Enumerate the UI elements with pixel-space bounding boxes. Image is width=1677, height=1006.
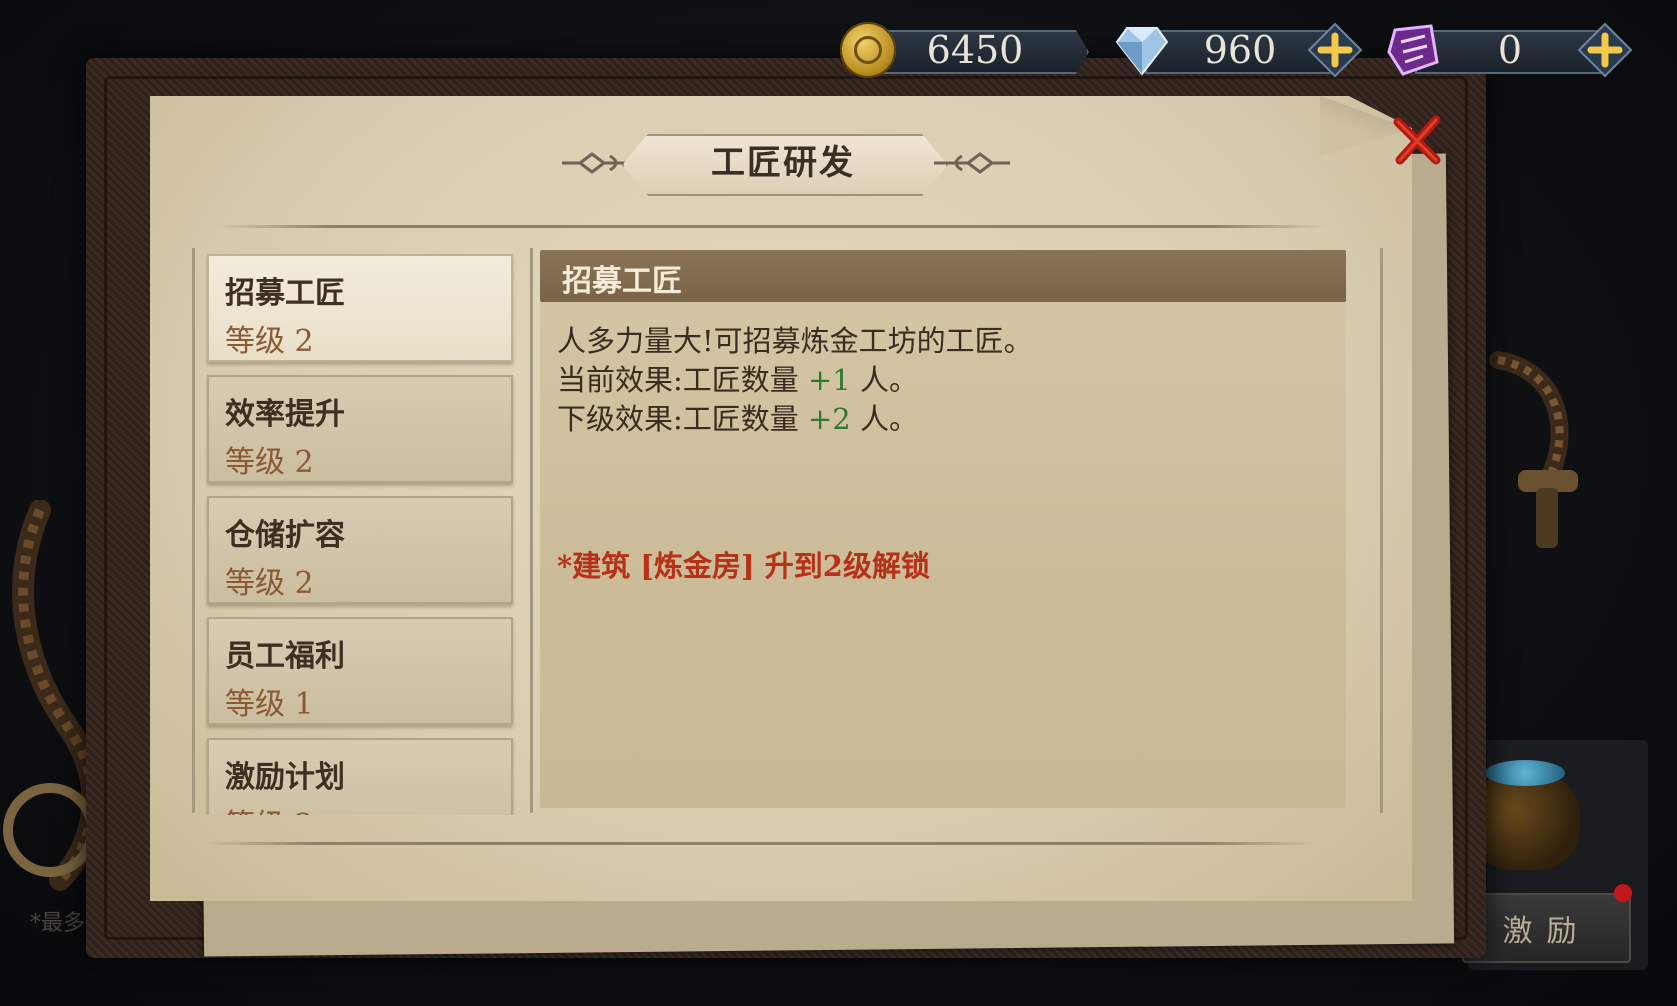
tab-incentive-plan[interactable]: 激励计划 等级 2 (207, 738, 513, 815)
current-effect: 当前效果:工匠数量 +1 人。 (557, 357, 918, 399)
game-screen: *最多存储8小 激励 工匠研发 (0, 0, 1677, 1006)
rope-hook-right-icon (1489, 351, 1578, 548)
dialog-title: 工匠研发 (711, 143, 855, 183)
tab-name: 员工福利 (225, 639, 345, 674)
diamond-value: 960 (1203, 28, 1277, 72)
gem-pile-icon (1485, 760, 1565, 786)
detail-title: 招募工匠 (562, 264, 682, 299)
tab-efficiency-boost[interactable]: 效率提升 等级 2 (207, 375, 513, 483)
diamond-icon (1115, 27, 1169, 76)
next-effect-unit: 人。 (850, 402, 918, 436)
close-icon[interactable] (1388, 110, 1448, 170)
tab-level: 等级 2 (225, 324, 314, 359)
divider-bottom (205, 842, 1315, 845)
tab-name: 激励计划 (225, 760, 345, 795)
gold-counter: 6450 (840, 22, 1090, 78)
next-effect: 下级效果:工匠数量 +2 人。 (557, 396, 918, 438)
tab-level: 等级 2 (225, 445, 314, 480)
unlock-requirement: *建筑 [炼金房] 升到2级解锁 (557, 549, 930, 583)
dialog-title-ribbon: 工匠研发 (560, 130, 1010, 196)
crystal-counter: 0 (1385, 22, 1635, 78)
gold-coin-icon (840, 22, 896, 78)
next-effect-label: 下级效果:工匠数量 (557, 402, 808, 436)
tab-recruit-craftsman[interactable]: 招募工匠 等级 2 (207, 254, 513, 362)
incite-button[interactable]: 激励 (1462, 893, 1631, 963)
add-crystal-button[interactable] (1577, 22, 1633, 78)
current-effect-label: 当前效果:工匠数量 (557, 363, 808, 397)
detail-description: 人多力量大!可招募炼金工坊的工匠。 (557, 324, 1033, 358)
current-effect-unit: 人。 (850, 363, 918, 397)
tab-employee-welfare[interactable]: 员工福利 等级 1 (207, 617, 513, 725)
diamond-counter: 960 (1115, 22, 1365, 78)
current-effect-value: +1 (808, 363, 851, 397)
crystal-value: 0 (1497, 28, 1523, 72)
tab-level: 等级 1 (225, 687, 314, 722)
tab-name: 仓储扩容 (225, 518, 345, 553)
tab-list[interactable]: 招募工匠 等级 2 效率提升 等级 2 仓储扩容 等级 2 员工福利 等级 1 … (205, 250, 517, 815)
gold-value: 6450 (926, 28, 1024, 72)
tab-level: 等级 2 (225, 566, 314, 601)
tab-name: 效率提升 (225, 397, 345, 432)
tab-level: 等级 2 (225, 800, 314, 815)
notification-dot (1614, 884, 1632, 902)
tab-storage-expansion[interactable]: 仓储扩容 等级 2 (207, 496, 513, 604)
tab-name: 招募工匠 (225, 276, 345, 311)
divider-top (218, 225, 1326, 228)
add-diamond-button[interactable] (1307, 22, 1363, 78)
ornament-right-icon (934, 152, 1010, 174)
purple-crystal-icon (1387, 24, 1439, 76)
next-effect-value: +2 (808, 402, 851, 436)
